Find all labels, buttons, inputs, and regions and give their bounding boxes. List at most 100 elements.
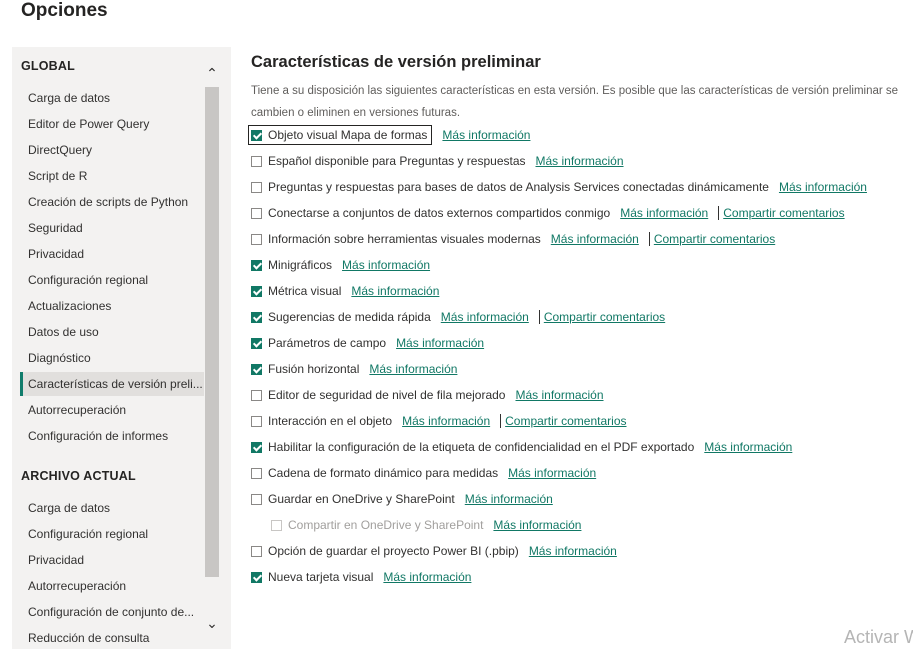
scroll-up-icon[interactable]: ⌃	[204, 65, 220, 81]
feature-row: Métrica visual Más información	[251, 281, 439, 301]
feature-label[interactable]: Objeto visual Mapa de formas	[268, 128, 427, 142]
feature-row: Fusión horizontal Más información	[251, 359, 457, 379]
feature-checkbox[interactable]	[251, 129, 262, 141]
feature-label[interactable]: Español disponible para Preguntas y resp…	[268, 154, 526, 168]
feature-checkbox[interactable]	[251, 389, 262, 401]
feature-checkbox[interactable]	[251, 337, 262, 349]
focused-checkbox-wrapper[interactable]: Objeto visual Mapa de formas	[248, 125, 433, 145]
sidebar-item-python[interactable]: Creación de scripts de Python	[20, 190, 204, 214]
learn-more-link[interactable]: Más información	[493, 518, 581, 532]
learn-more-link[interactable]: Más información	[515, 388, 603, 402]
feature-row: Información sobre herramientas visuales …	[251, 229, 775, 249]
sidebar-item-config-regional[interactable]: Configuración regional	[20, 268, 204, 292]
learn-more-link[interactable]: Más información	[536, 154, 624, 168]
feature-label[interactable]: Opción de guardar el proyecto Power BI (…	[268, 544, 519, 558]
feedback-link[interactable]: Compartir comentarios	[723, 206, 844, 220]
learn-more-link[interactable]: Más información	[704, 440, 792, 454]
feature-label[interactable]: Cadena de formato dinámico para medidas	[268, 466, 498, 480]
sidebar-item-file-config-regional[interactable]: Configuración regional	[20, 522, 204, 546]
feature-row: Minigráficos Más información	[251, 255, 430, 275]
feature-checkbox[interactable]	[251, 493, 262, 505]
sidebar-item-carga-datos[interactable]: Carga de datos	[20, 86, 204, 110]
learn-more-link[interactable]: Más información	[342, 258, 430, 272]
feature-label[interactable]: Habilitar la configuración de la etiquet…	[268, 440, 694, 454]
feature-label[interactable]: Editor de seguridad de nivel de fila mej…	[268, 388, 505, 402]
learn-more-link[interactable]: Más información	[508, 466, 596, 480]
feature-checkbox[interactable]	[251, 545, 262, 557]
feature-label[interactable]: Nueva tarjeta visual	[268, 570, 373, 584]
feature-label[interactable]: Métrica visual	[268, 284, 341, 298]
learn-more-link[interactable]: Más información	[529, 544, 617, 558]
sidebar-item-file-privacidad[interactable]: Privacidad	[20, 548, 204, 572]
feature-checkbox[interactable]	[251, 467, 262, 479]
sidebar-scrollbar-thumb[interactable]	[205, 87, 219, 577]
sidebar-item-script-r[interactable]: Script de R	[20, 164, 204, 188]
feature-checkbox[interactable]	[251, 441, 262, 453]
learn-more-link[interactable]: Más información	[442, 128, 530, 142]
feature-checkbox[interactable]	[251, 233, 262, 245]
feature-label[interactable]: Parámetros de campo	[268, 336, 386, 350]
feature-checkbox[interactable]	[251, 415, 262, 427]
sidebar-item-power-query[interactable]: Editor de Power Query	[20, 112, 204, 136]
dialog-title: Opciones	[21, 0, 108, 21]
feedback-link[interactable]: Compartir comentarios	[544, 310, 665, 324]
feature-checkbox[interactable]	[251, 207, 262, 219]
learn-more-link[interactable]: Más información	[465, 492, 553, 506]
learn-more-link[interactable]: Más información	[369, 362, 457, 376]
section-header-archivo-actual: ARCHIVO ACTUAL	[21, 469, 136, 483]
sidebar-item-preview-features[interactable]: Características de versión preli...	[20, 372, 204, 396]
feature-row: Objeto visual Mapa de formas Más informa…	[248, 125, 530, 145]
feature-label[interactable]: Preguntas y respuestas para bases de dat…	[268, 180, 769, 194]
sidebar-item-datos-uso[interactable]: Datos de uso	[20, 320, 204, 344]
feature-row: Nueva tarjeta visual Más información	[251, 567, 471, 587]
sidebar-item-directquery[interactable]: DirectQuery	[20, 138, 204, 162]
page-description: Tiene a su disposición las siguientes ca…	[251, 85, 899, 119]
feature-label[interactable]: Sugerencias de medida rápida	[268, 310, 431, 324]
activation-watermark: Activar W	[844, 627, 913, 647]
feedback-link[interactable]: Compartir comentarios	[654, 232, 775, 246]
feature-row-sub: Compartir en OneDrive y SharePoint Más i…	[271, 515, 581, 535]
learn-more-link[interactable]: Más información	[383, 570, 471, 584]
feature-checkbox[interactable]	[251, 311, 262, 323]
sidebar-item-seguridad[interactable]: Seguridad	[20, 216, 204, 240]
learn-more-link[interactable]: Más información	[441, 310, 529, 324]
sidebar-item-privacidad[interactable]: Privacidad	[20, 242, 204, 266]
feature-row: Interacción en el objeto Más información…	[251, 411, 627, 431]
feature-row: Guardar en OneDrive y SharePoint Más inf…	[251, 489, 553, 509]
page-title: Características de versión preliminar	[251, 53, 541, 71]
feature-label[interactable]: Interacción en el objeto	[268, 414, 392, 428]
learn-more-link[interactable]: Más información	[620, 206, 708, 220]
feature-label: Compartir en OneDrive y SharePoint	[288, 518, 484, 532]
feedback-link[interactable]: Compartir comentarios	[505, 414, 626, 428]
feature-label[interactable]: Guardar en OneDrive y SharePoint	[268, 492, 455, 506]
sidebar-item-file-reduccion-consulta[interactable]: Reducción de consulta	[20, 626, 204, 649]
feature-label[interactable]: Minigráficos	[268, 258, 332, 272]
feature-label[interactable]: Información sobre herramientas visuales …	[268, 232, 541, 246]
feature-checkbox[interactable]	[251, 363, 262, 375]
feature-checkbox[interactable]	[251, 571, 262, 583]
learn-more-link[interactable]: Más información	[779, 180, 867, 194]
learn-more-link[interactable]: Más información	[402, 414, 490, 428]
feature-row: Cadena de formato dinámico para medidas …	[251, 463, 596, 483]
feature-label[interactable]: Conectarse a conjuntos de datos externos…	[268, 206, 610, 220]
feature-checkbox[interactable]	[251, 285, 262, 297]
sidebar-item-file-carga-datos[interactable]: Carga de datos	[20, 496, 204, 520]
sidebar-item-diagnostico[interactable]: Diagnóstico	[20, 346, 204, 370]
learn-more-link[interactable]: Más información	[351, 284, 439, 298]
feature-checkbox[interactable]	[251, 155, 262, 167]
sidebar-item-file-autorrecuperacion[interactable]: Autorrecuperación	[20, 574, 204, 598]
sidebar-item-autorrecuperacion[interactable]: Autorrecuperación	[20, 398, 204, 422]
sidebar-item-file-config-conjunto[interactable]: Configuración de conjunto de...	[20, 600, 204, 624]
feature-checkbox[interactable]	[251, 259, 262, 271]
learn-more-link[interactable]: Más información	[396, 336, 484, 350]
feature-row: Editor de seguridad de nivel de fila mej…	[251, 385, 604, 405]
sidebar-item-actualizaciones[interactable]: Actualizaciones	[20, 294, 204, 318]
section-header-global: GLOBAL	[21, 59, 75, 73]
learn-more-link[interactable]: Más información	[551, 232, 639, 246]
sidebar-item-config-informes[interactable]: Configuración de informes	[20, 424, 204, 448]
feature-row: Parámetros de campo Más información	[251, 333, 484, 353]
scroll-down-icon[interactable]: ⌄	[204, 615, 220, 631]
feature-label[interactable]: Fusión horizontal	[268, 362, 359, 376]
feature-checkbox-disabled	[271, 519, 282, 531]
feature-checkbox[interactable]	[251, 181, 262, 193]
